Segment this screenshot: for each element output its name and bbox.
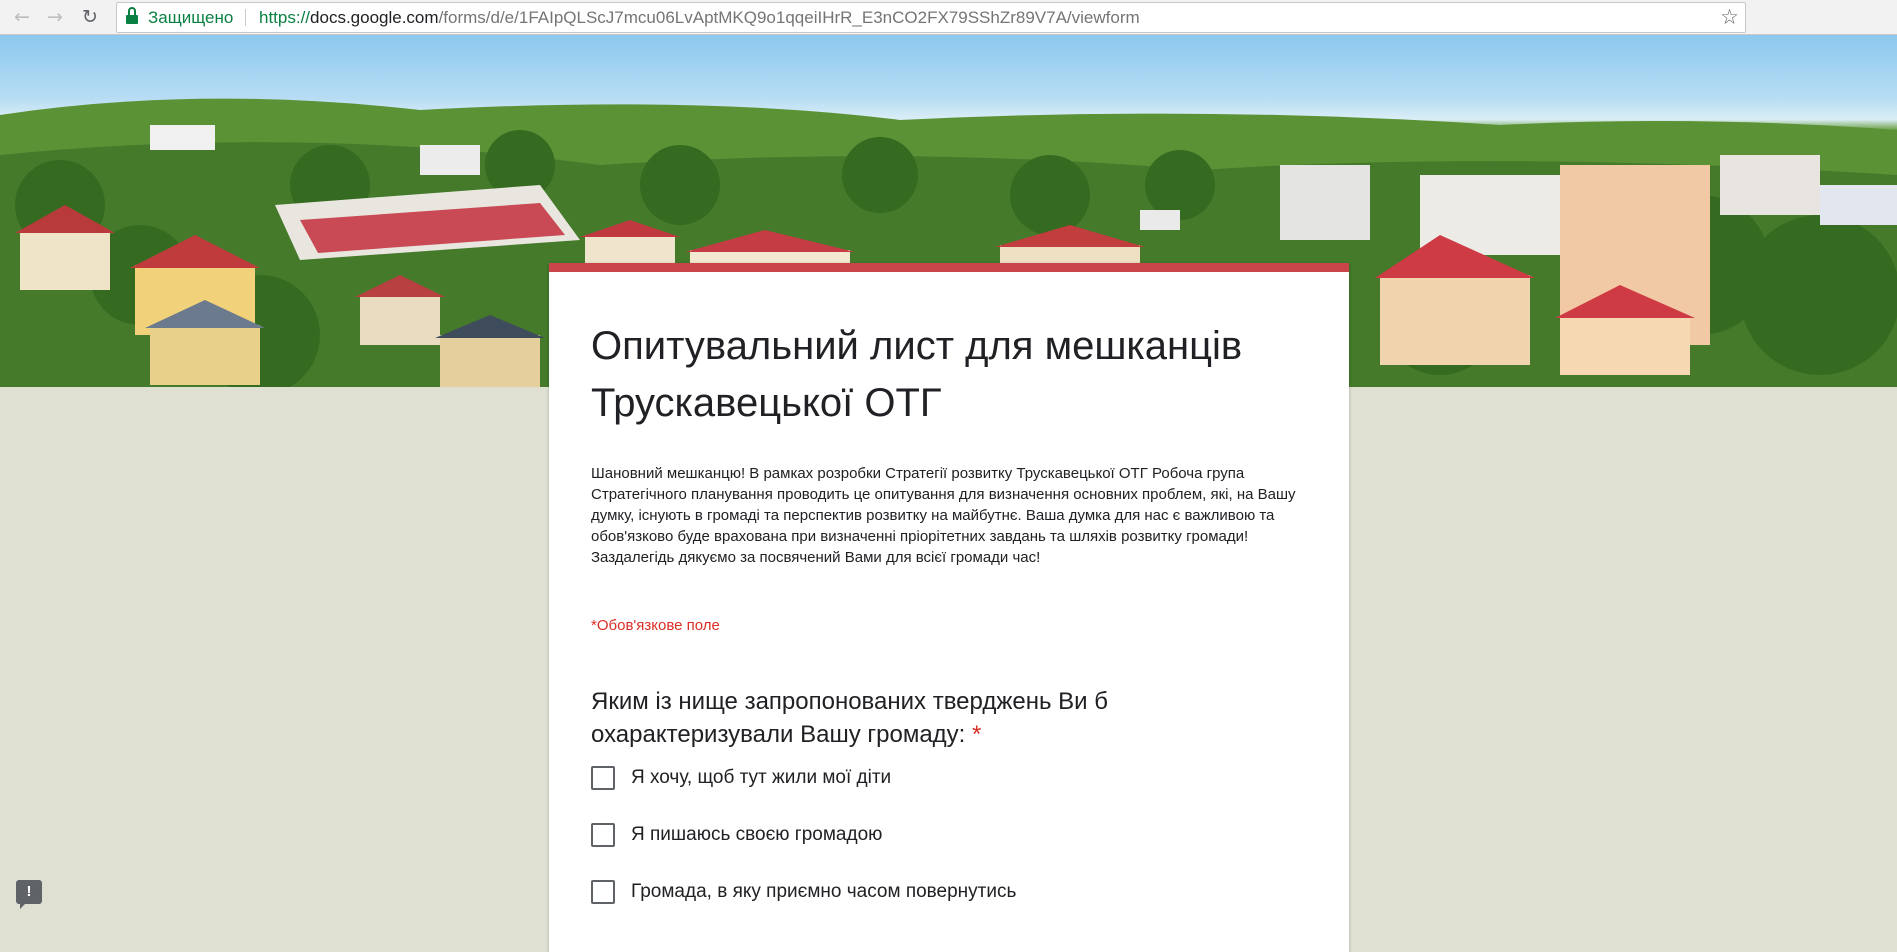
report-issue-icon[interactable]: ! bbox=[16, 880, 42, 909]
checkbox-option[interactable]: Громада, в яку приємно часом повернутись bbox=[591, 880, 1191, 906]
checkbox-option[interactable]: Я хочу, щоб тут жили мої діти bbox=[591, 766, 1191, 792]
checkbox[interactable] bbox=[591, 766, 615, 790]
form-card: Опитувальний лист для мешканців Трускаве… bbox=[549, 263, 1349, 952]
checkbox-option[interactable]: Я пишаюсь своєю громадою bbox=[591, 823, 1191, 849]
arrow-right-icon[interactable]: → bbox=[43, 5, 67, 29]
address-separator bbox=[245, 9, 246, 26]
secure-label: Защищено bbox=[148, 8, 234, 27]
lock-icon bbox=[126, 7, 138, 24]
url-scheme: https:// bbox=[259, 8, 311, 27]
browser-toolbar: ← → ↻ Защищено https://docs.google.com/f… bbox=[0, 0, 1897, 35]
option-label[interactable]: Я пишаюсь своєю громадою bbox=[631, 823, 882, 847]
url-text[interactable]: https://docs.google.com/forms/d/e/1FAIpQ… bbox=[259, 3, 1140, 32]
address-bar[interactable]: Защищено https://docs.google.com/forms/d… bbox=[116, 2, 1746, 33]
option-label[interactable]: Я хочу, щоб тут жили мої діти bbox=[631, 766, 891, 790]
url-path: /forms/d/e/1FAIpQLScJ7mcu06LvAptMKQ9o1qq… bbox=[438, 8, 1140, 27]
question-text: Яким із нище запропонованих тверджень Ви… bbox=[591, 688, 1108, 748]
reload-icon[interactable]: ↻ bbox=[78, 5, 102, 29]
form-description: Шановний мешканцю! В рамках розробки Стр… bbox=[591, 465, 1296, 566]
url-host: docs.google.com bbox=[310, 8, 439, 27]
form-title: Опитувальний лист для мешканців Трускаве… bbox=[591, 324, 1243, 425]
question-title: Яким із нище запропонованих тверджень Ви… bbox=[591, 685, 1191, 751]
arrow-left-icon[interactable]: ← bbox=[10, 5, 34, 29]
required-field-note: *Обов'язкове поле bbox=[591, 617, 720, 634]
checkbox[interactable] bbox=[591, 880, 615, 904]
star-icon[interactable]: ☆ bbox=[1720, 3, 1739, 32]
required-asterisk: * bbox=[972, 721, 982, 748]
option-label[interactable]: Громада, в яку приємно часом повернутись bbox=[631, 880, 1016, 904]
checkbox[interactable] bbox=[591, 823, 615, 847]
